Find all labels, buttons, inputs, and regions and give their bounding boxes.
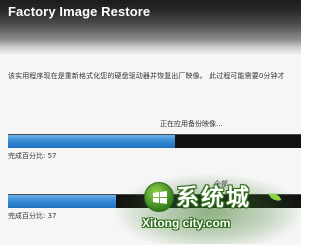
current-progress-fill	[8, 135, 175, 148]
watermark-brand: 系统城	[176, 184, 251, 211]
windows-flag-icon	[153, 191, 167, 204]
description-text: 该实用程序现在是重新格式化您的硬盘驱动器并恢复出厂映像。 此过程可能需要0分钟才	[8, 72, 285, 80]
current-progress-label: 完成百分比: 57	[8, 152, 57, 160]
watermark-domain: Xitong city.com	[142, 216, 231, 230]
restore-window: Factory Image Restore 该实用程序现在是重新格式化您的硬盘驱…	[0, 0, 301, 245]
overall-progress-label: 完成百分比: 37	[8, 212, 57, 220]
current-progress-bar	[8, 134, 301, 148]
window-title: Factory Image Restore	[8, 4, 151, 19]
current-status-label: 正在应用备份映像...	[160, 120, 223, 128]
windows-logo-icon	[144, 182, 174, 212]
title-bar-fade	[0, 40, 301, 58]
overall-progress-fill	[8, 195, 117, 208]
watermark-logo: 系统城 Xitong city.com	[114, 174, 301, 245]
title-bar: Factory Image Restore	[0, 0, 301, 58]
